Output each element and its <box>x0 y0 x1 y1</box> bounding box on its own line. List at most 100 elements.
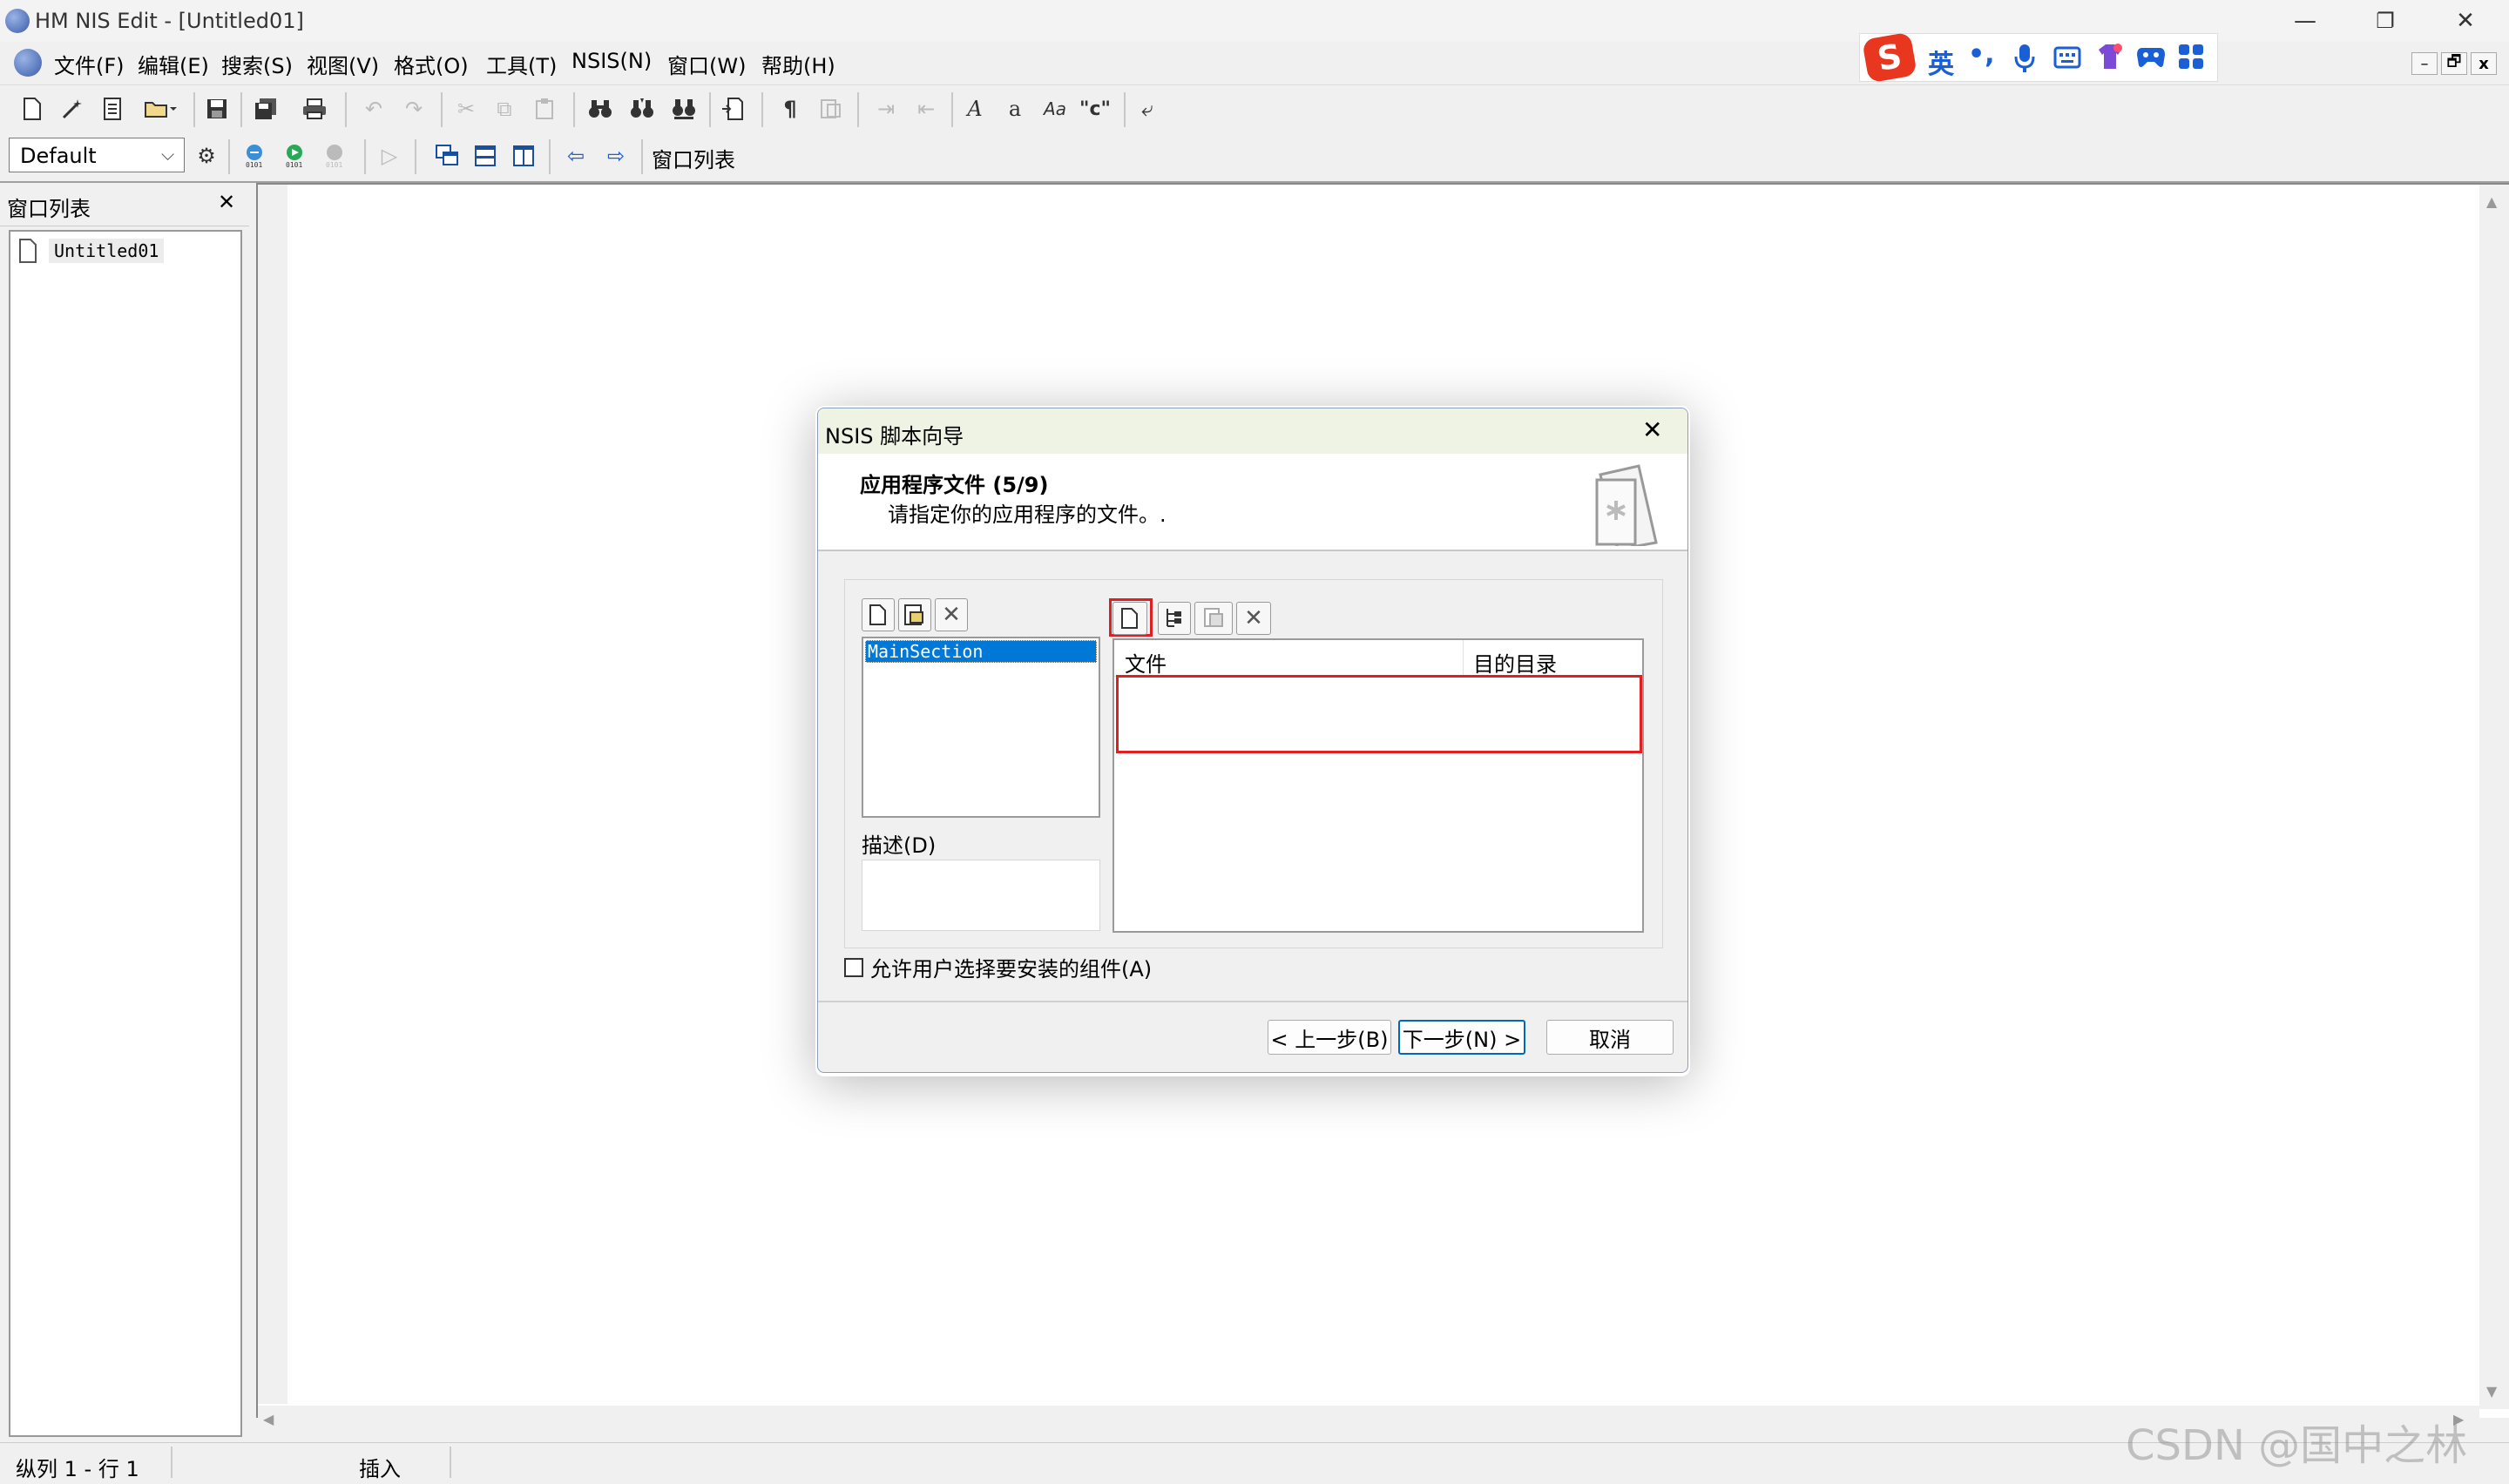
watermark: CSDN @国中之林 <box>2126 1421 2468 1470</box>
mdi-restore-button[interactable]: 🗗 <box>2441 52 2467 75</box>
mdi-close-button[interactable]: x <box>2471 52 2497 75</box>
delete-section-button[interactable]: ✕ <box>935 598 968 631</box>
open-folder-icon[interactable] <box>136 92 186 125</box>
menu-format[interactable]: 格式(O) <box>394 49 469 79</box>
menu-window[interactable]: 窗口(W) <box>667 49 746 79</box>
menu-view[interactable]: 视图(V) <box>307 49 379 79</box>
section-item-selected[interactable]: MainSection <box>865 640 1097 663</box>
files-list-highlight <box>1116 675 1642 753</box>
toolbox-grid-icon[interactable] <box>2177 43 2205 71</box>
config-combobox-value: Default <box>20 144 97 168</box>
wand-icon[interactable] <box>56 92 89 125</box>
svg-text:0101: 0101 <box>286 161 302 168</box>
document-icon <box>19 239 37 263</box>
undo-icon[interactable]: ↶ <box>357 92 390 125</box>
edit-file-button[interactable] <box>1194 602 1233 635</box>
redo-icon[interactable]: ↷ <box>397 92 430 125</box>
wrap-icon[interactable] <box>814 92 847 125</box>
find-next-icon[interactable] <box>626 92 659 125</box>
keyboard-icon[interactable] <box>2053 44 2081 71</box>
cut-icon[interactable]: ✂ <box>450 92 483 125</box>
menu-nsis[interactable]: NSIS(N) <box>571 49 652 73</box>
new-file-icon <box>1121 608 1138 629</box>
next-window-icon[interactable]: ⇨ <box>599 139 632 172</box>
back-button[interactable]: < 上一步(B) <box>1268 1020 1391 1055</box>
scroll-left-icon[interactable]: ◀ <box>263 1411 274 1427</box>
run-icon[interactable]: ▷ <box>373 139 406 172</box>
add-directory-tree-button[interactable] <box>1158 602 1191 635</box>
close-window-button[interactable]: ✕ <box>2425 0 2506 42</box>
replace-icon[interactable] <box>667 92 700 125</box>
directory-tree-icon <box>1167 609 1181 627</box>
sogou-logo-icon[interactable]: S <box>1862 31 1917 84</box>
document-icon[interactable] <box>14 49 42 77</box>
template-icon[interactable] <box>96 92 129 125</box>
nsis-wizard-dialog: NSIS 脚本向导 ✕ 应用程序文件 (5/9) 请指定你的应用程序的文件。. … <box>817 408 1688 1073</box>
cascade-windows-icon[interactable] <box>430 139 463 172</box>
ime-lang-toggle[interactable]: 英 <box>1928 43 1954 81</box>
scroll-down-icon[interactable]: ▼ <box>2486 1383 2497 1400</box>
list-item[interactable]: Untitled01 <box>19 237 165 265</box>
toggle-case-icon[interactable]: Aa <box>1038 92 1072 125</box>
mdi-minimize-button[interactable]: – <box>2411 52 2438 75</box>
dialog-close-button[interactable]: ✕ <box>1642 415 1662 444</box>
sections-list[interactable]: MainSection <box>862 637 1100 818</box>
allow-select-label: 允许用户选择要安装的组件(A) <box>870 957 1153 981</box>
window-list-button[interactable]: 窗口列表 <box>652 143 735 173</box>
new-file-icon[interactable] <box>16 92 49 125</box>
vertical-scrollbar[interactable]: ▲ ▼ <box>2479 185 2509 1409</box>
add-section-button[interactable] <box>862 598 895 631</box>
description-box <box>862 860 1100 931</box>
gamepad-icon[interactable] <box>2135 43 2167 71</box>
app-logo-icon <box>5 9 30 33</box>
config-combobox[interactable]: Default ⌵ <box>9 138 185 172</box>
menu-edit[interactable]: 编辑(E) <box>138 49 209 79</box>
window-list: Untitled01 <box>9 230 242 1437</box>
skin-shirt-icon[interactable] <box>2095 41 2125 72</box>
close-panel-button[interactable]: ✕ <box>218 190 235 214</box>
add-file-button[interactable] <box>1112 602 1147 635</box>
allow-select-components[interactable]: 允许用户选择要安装的组件(A) <box>844 952 1152 982</box>
ime-toolbar: S 英 •, <box>1859 31 2218 84</box>
ime-punct-toggle[interactable]: •, <box>1968 39 1995 70</box>
stop-compile-icon[interactable]: 0101 <box>321 139 354 172</box>
show-whitespace-icon[interactable]: ¶ <box>774 92 807 125</box>
lowercase-icon[interactable]: a <box>998 92 1031 125</box>
save-icon[interactable] <box>200 92 233 125</box>
quote-icon[interactable]: "c" <box>1079 92 1112 125</box>
outdent-icon[interactable]: ⇤ <box>910 92 943 125</box>
copy-icon[interactable]: ⧉ <box>488 92 521 125</box>
chevron-down-icon[interactable]: ⌵ <box>161 144 174 165</box>
dialog-title-bar: NSIS 脚本向导 ✕ <box>818 408 1687 454</box>
allow-select-checkbox[interactable] <box>844 957 863 977</box>
column-header-file[interactable]: 文件 <box>1125 647 1167 678</box>
tile-vertical-icon[interactable] <box>507 139 540 172</box>
window-title: HM NIS Edit - [Untitled01] <box>35 9 304 33</box>
maximize-button[interactable]: ❐ <box>2345 0 2425 42</box>
settings-gear-icon[interactable]: ⚙ <box>190 139 223 172</box>
scroll-up-icon[interactable]: ▲ <box>2486 193 2497 210</box>
menu-tools[interactable]: 工具(T) <box>486 49 557 79</box>
menu-help[interactable]: 帮助(H) <box>761 49 835 79</box>
minimize-button[interactable]: — <box>2265 0 2345 42</box>
word-wrap-icon[interactable]: ⤶ <box>1131 92 1164 125</box>
uppercase-icon[interactable]: A <box>958 92 991 125</box>
column-header-destination[interactable]: 目的目录 <box>1473 647 1557 678</box>
microphone-icon[interactable] <box>2013 43 2036 74</box>
menu-file[interactable]: 文件(F) <box>54 49 125 79</box>
print-icon[interactable] <box>298 92 331 125</box>
edit-section-button[interactable] <box>898 598 931 631</box>
paste-icon[interactable] <box>528 92 561 125</box>
menu-search[interactable]: 搜索(S) <box>221 49 293 79</box>
previous-window-icon[interactable]: ⇦ <box>559 139 592 172</box>
find-binoculars-icon[interactable] <box>584 92 617 125</box>
goto-line-icon[interactable] <box>716 92 749 125</box>
delete-file-button[interactable]: ✕ <box>1236 602 1271 635</box>
indent-icon[interactable]: ⇥ <box>869 92 903 125</box>
save-all-icon[interactable] <box>249 92 282 125</box>
compile-icon[interactable]: 0101 <box>240 139 274 172</box>
next-button[interactable]: 下一步(N) > <box>1398 1020 1525 1055</box>
cancel-button[interactable]: 取消 <box>1546 1020 1674 1055</box>
compile-run-icon[interactable]: 0101 <box>281 139 314 172</box>
tile-horizontal-icon[interactable] <box>469 139 502 172</box>
